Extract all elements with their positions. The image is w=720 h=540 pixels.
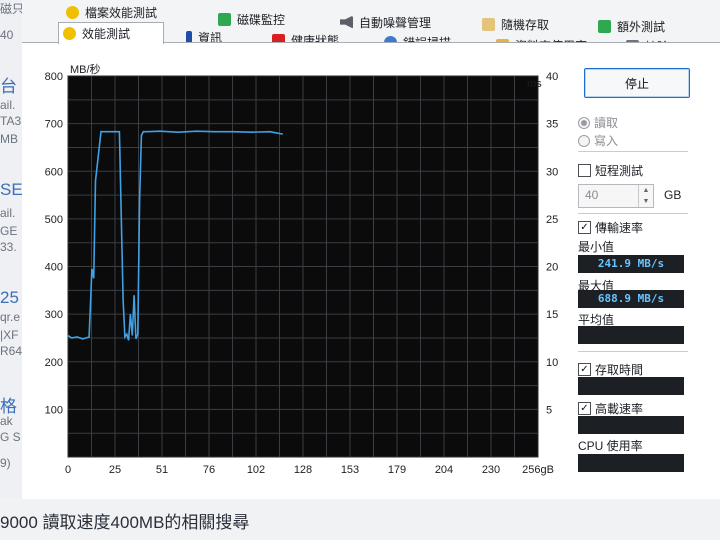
tab-benchmark[interactable]: 效能測試 <box>58 22 164 44</box>
tab-random-access[interactable]: 隨機存取 <box>478 15 592 33</box>
write-radio[interactable] <box>578 134 590 147</box>
grid-icon <box>482 17 495 31</box>
tab-disk-monitor[interactable]: 磁碟監控 <box>214 10 338 28</box>
x-tick-label: 153 <box>341 464 359 476</box>
y2-tick-label: 30 <box>546 166 558 178</box>
shield-yellow-icon <box>66 5 79 19</box>
table-icon <box>598 19 611 33</box>
tab-file-benchmark[interactable]: 檔案效能測試 <box>62 3 216 21</box>
chart-green-icon <box>218 12 231 26</box>
x-tick-label: 179 <box>388 464 406 476</box>
y2-tick-label: 10 <box>546 357 558 369</box>
benchmark-content: 800 700 600 500 400 300 200 100 40 35 30 25 20 15 10 5… <box>22 42 720 499</box>
short-test-checkbox-row[interactable]: 短程測試 <box>578 162 643 179</box>
transfer-rate-chart: 800 700 600 500 400 300 200 100 40 35 30 25 20 15 10 5… <box>45 62 559 476</box>
background-text-fragment: ail. <box>0 206 16 220</box>
y2-tick-label: 20 <box>546 262 558 274</box>
y2-tick-label: 35 <box>546 119 558 131</box>
background-text-fragment: 9) <box>0 456 11 470</box>
tab-extra-tests[interactable]: 額外測試 <box>594 17 708 35</box>
x-tick-label: 0 <box>65 464 71 476</box>
background-text-fragment: 33. <box>0 240 17 254</box>
cpu-usage-label: CPU 使用率 <box>578 439 643 453</box>
gb-label: GB <box>664 188 682 202</box>
hd-tune-window: 檔案效能測試 磁碟監控 自動噪聲管理 隨機存取 額外測試 效能測試 資訊 健康狀… <box>22 0 720 499</box>
y-tick-label: 600 <box>45 166 63 178</box>
max-value: 688.9 MB/s <box>578 290 684 308</box>
background-text-fragment: ak <box>0 414 13 428</box>
background-text-fragment: qr.e <box>0 310 21 324</box>
shield-yellow-icon <box>63 27 76 40</box>
background-text-fragment: 台 <box>0 77 17 96</box>
access-time-checkbox-row[interactable]: ✓ 存取時間 <box>578 361 643 378</box>
background-text-fragment: 磁只 <box>0 2 25 16</box>
avg-value <box>578 326 684 344</box>
x-tick-label: 102 <box>247 464 265 476</box>
burst-rate-checkbox[interactable]: ✓ <box>578 402 591 415</box>
access-time-checkbox[interactable]: ✓ <box>578 363 591 376</box>
background-text-fragment: 40 <box>0 28 14 42</box>
y-tick-label: 200 <box>45 357 63 369</box>
background-text-fragment: ail. <box>0 98 16 112</box>
y-axis-label: MB/秒 <box>70 62 101 76</box>
y-tick-label: 700 <box>45 119 63 131</box>
y2-tick-label: 25 <box>546 214 558 226</box>
x-tick-label: 128 <box>294 464 312 476</box>
background-text-fragment: GE <box>0 224 18 238</box>
burst-rate-value <box>578 416 684 434</box>
y-tick-label: 300 <box>45 309 63 321</box>
write-radio-row[interactable]: 寫入 <box>578 132 618 149</box>
related-search-caption[interactable]: 9000 讀取速度400MB的相關搜尋 <box>0 508 249 533</box>
transfer-rate-checkbox[interactable]: ✓ <box>578 221 591 234</box>
x-tick-label: 204 <box>435 464 453 476</box>
y2-tick-label: 15 <box>546 309 558 321</box>
y-tick-label: 800 <box>45 71 63 83</box>
transfer-rate-checkbox-row[interactable]: ✓ 傳輸速率 <box>578 219 643 236</box>
stepper-arrows-icon[interactable]: ▲ ▼ <box>638 185 653 207</box>
background-text-fragment: MB <box>0 132 18 146</box>
speaker-icon <box>340 15 353 29</box>
short-test-gb-stepper[interactable]: 40 ▲ ▼ <box>578 184 654 208</box>
background-text-fragment: G S <box>0 430 21 444</box>
cpu-usage-value <box>578 454 684 472</box>
y2-axis-ticks: 40 35 30 25 20 15 10 5 <box>546 71 558 416</box>
background-text-fragment: SE <box>0 180 23 199</box>
y-tick-label: 500 <box>45 214 63 226</box>
x-tick-label: 230 <box>482 464 500 476</box>
divider <box>578 351 688 352</box>
x-tick-label: 25 <box>109 464 121 476</box>
short-test-checkbox[interactable] <box>578 164 591 177</box>
y2-tick-label: 5 <box>546 404 552 416</box>
x-tick-label: 51 <box>156 464 168 476</box>
divider <box>578 213 688 214</box>
min-value: 241.9 MB/s <box>578 255 684 273</box>
x-tick-label: 76 <box>203 464 215 476</box>
y-axis-ticks: 800 700 600 500 400 300 200 100 <box>45 71 63 416</box>
y-tick-label: 400 <box>45 262 63 274</box>
background-text-fragment: 25 <box>0 288 19 307</box>
y-tick-label: 100 <box>45 404 63 416</box>
x-tick-label: 256gB <box>522 464 554 476</box>
min-label: 最小值 <box>578 240 615 254</box>
x-axis-ticks: 0 25 51 76 102 128 153 179 204 230 256gB <box>65 464 554 476</box>
stop-button[interactable]: 停止 <box>584 68 690 98</box>
burst-rate-checkbox-row[interactable]: ✓ 高載速率 <box>578 400 643 417</box>
y2-axis-label: ms <box>527 78 542 90</box>
divider <box>578 151 688 152</box>
background-text-fragment: R64 <box>0 344 23 358</box>
read-radio[interactable] <box>578 116 590 129</box>
y2-tick-label: 40 <box>546 71 558 83</box>
access-time-value <box>578 377 684 395</box>
tab-aam[interactable]: 自動噪聲管理 <box>336 13 480 31</box>
read-radio-row[interactable]: 讀取 <box>578 114 618 131</box>
background-text-fragment: TA3 <box>0 114 22 128</box>
background-text-fragment: |XF <box>0 328 19 342</box>
